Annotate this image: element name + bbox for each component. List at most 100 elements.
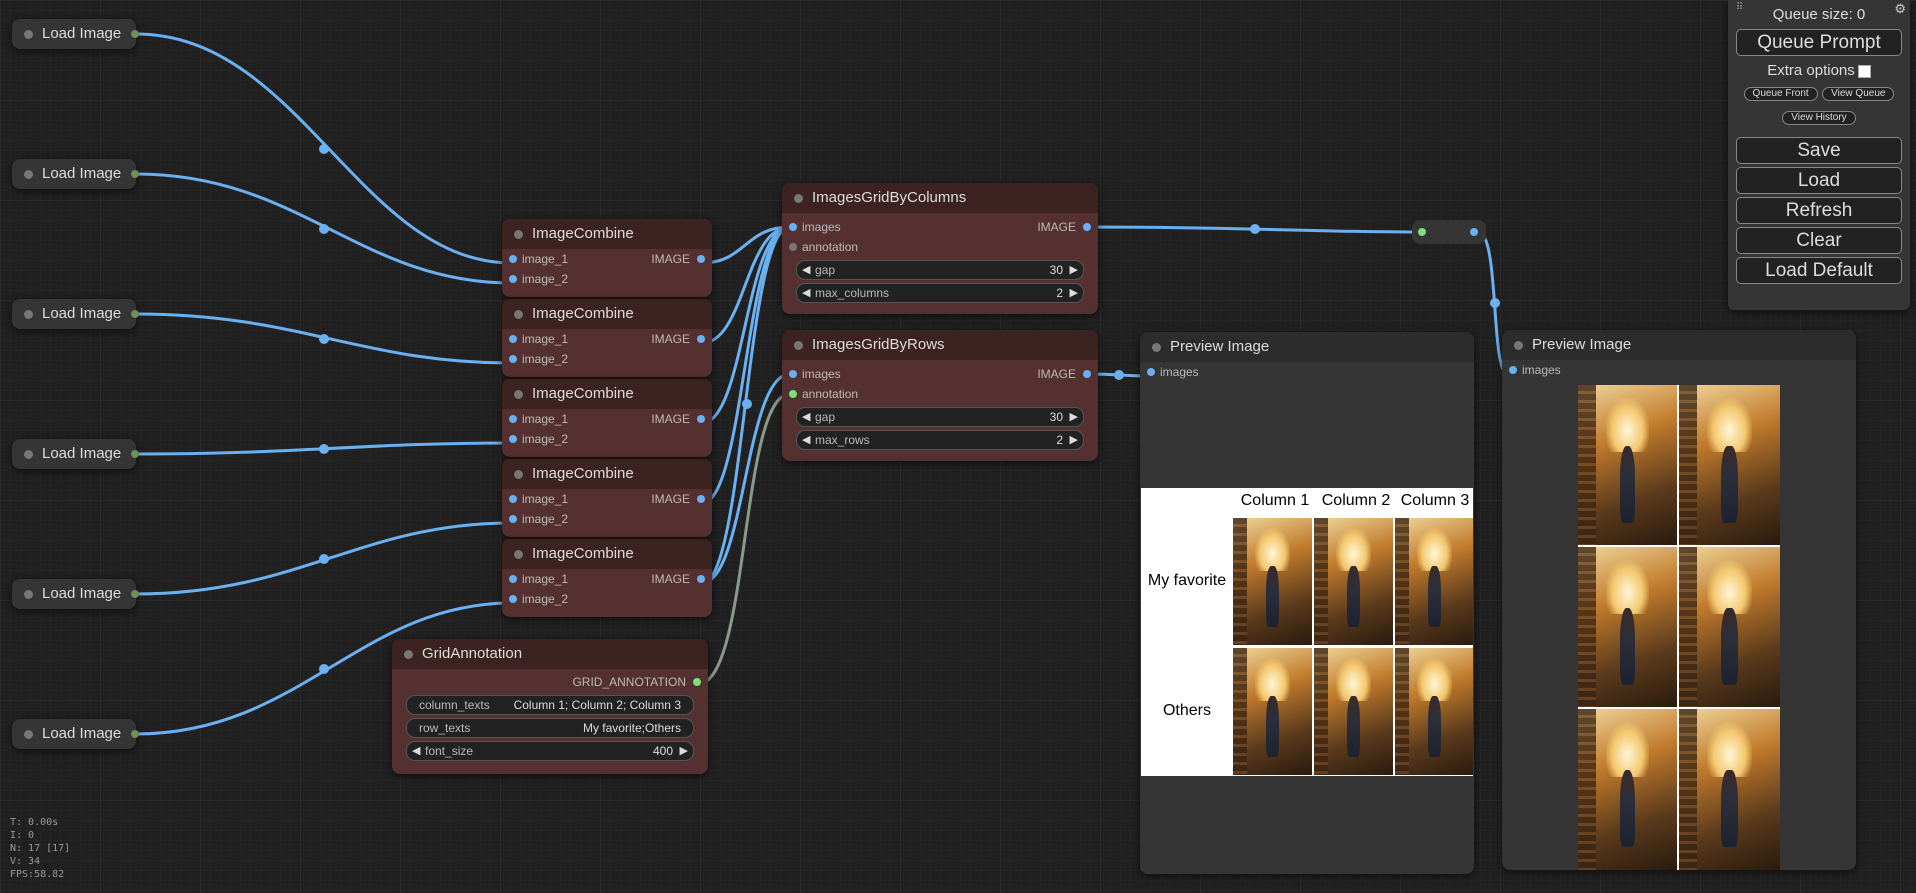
input-slot[interactable] xyxy=(509,435,517,443)
increment-arrow-icon[interactable]: ▶ xyxy=(1070,408,1078,426)
input-slot[interactable] xyxy=(509,595,517,603)
reroute-node[interactable] xyxy=(1412,220,1486,244)
queue-front-button[interactable]: Queue Front xyxy=(1743,87,1818,101)
refresh-button[interactable]: Refresh xyxy=(1736,197,1902,224)
extra-options-checkbox[interactable] xyxy=(1857,64,1871,78)
drag-handle-icon[interactable]: ⠿ xyxy=(1736,2,1743,13)
input-slot[interactable] xyxy=(1509,366,1517,374)
collapse-dot-icon[interactable] xyxy=(514,230,523,239)
output-slot[interactable] xyxy=(697,575,705,583)
clear-button[interactable]: Clear xyxy=(1736,227,1902,254)
column-header: Column 1 xyxy=(1240,492,1310,509)
preview-image-node[interactable]: Preview Image images Column 1 Column 2 C… xyxy=(1140,332,1474,874)
output-slot[interactable] xyxy=(693,678,701,686)
output-slot[interactable] xyxy=(1083,223,1091,231)
output-slot[interactable] xyxy=(131,310,139,318)
output-slot[interactable] xyxy=(131,730,139,738)
output-slot[interactable] xyxy=(131,590,139,598)
load-button[interactable]: Load xyxy=(1736,167,1902,194)
view-queue-button[interactable]: View Queue xyxy=(1822,87,1895,101)
column-header: Column 2 xyxy=(1321,492,1391,509)
input-slot[interactable] xyxy=(789,390,797,398)
collapse-dot-icon[interactable] xyxy=(24,310,33,319)
images-grid-by-rows-node[interactable]: ImagesGridByRows images IMAGE annotation … xyxy=(782,330,1098,461)
image-combine-node[interactable]: ImageCombine image_1 IMAGE image_2 xyxy=(502,219,712,297)
gear-icon[interactable]: ⚙ xyxy=(1894,1,1906,17)
gap-stepper[interactable]: ◀ gap 30 ▶ xyxy=(796,260,1084,280)
decrement-arrow-icon[interactable]: ◀ xyxy=(802,284,810,302)
max-columns-stepper[interactable]: ◀ max_columns 2 ▶ xyxy=(796,283,1084,303)
collapse-dot-icon[interactable] xyxy=(514,310,523,319)
collapse-dot-icon[interactable] xyxy=(514,470,523,479)
row-texts-field[interactable]: row_texts My favorite;Others xyxy=(406,718,694,738)
preview-thumbnail xyxy=(1314,648,1393,775)
column-texts-field[interactable]: column_texts Column 1; Column 2; Column 3 xyxy=(406,695,694,715)
load-image-node[interactable]: Load Image xyxy=(12,439,139,469)
output-slot[interactable] xyxy=(1470,228,1478,236)
output-slot[interactable] xyxy=(131,450,139,458)
load-image-node[interactable]: Load Image xyxy=(12,579,139,609)
decrement-arrow-icon[interactable]: ◀ xyxy=(412,742,420,760)
collapse-dot-icon[interactable] xyxy=(24,590,33,599)
image-combine-node[interactable]: ImageCombine image_1 IMAGE image_2 xyxy=(502,539,712,617)
input-slot[interactable] xyxy=(509,495,517,503)
load-image-node[interactable]: Load Image xyxy=(12,719,139,749)
font-size-stepper[interactable]: ◀ font_size 400 ▶ xyxy=(406,741,694,761)
load-default-button[interactable]: Load Default xyxy=(1736,257,1902,284)
input-slot[interactable] xyxy=(509,255,517,263)
column-header: Column 3 xyxy=(1400,492,1470,509)
load-image-node[interactable]: Load Image xyxy=(12,159,139,189)
input-slot[interactable] xyxy=(1147,368,1155,376)
input-slot[interactable] xyxy=(509,355,517,363)
collapse-dot-icon[interactable] xyxy=(404,650,413,659)
collapse-dot-icon[interactable] xyxy=(1514,341,1523,350)
increment-arrow-icon[interactable]: ▶ xyxy=(1070,284,1078,302)
decrement-arrow-icon[interactable]: ◀ xyxy=(802,408,810,426)
increment-arrow-icon[interactable]: ▶ xyxy=(1070,431,1078,449)
images-grid-by-columns-node[interactable]: ImagesGridByColumns images IMAGE annotati… xyxy=(782,183,1098,314)
increment-arrow-icon[interactable]: ▶ xyxy=(680,742,688,760)
collapse-dot-icon[interactable] xyxy=(24,450,33,459)
output-slot[interactable] xyxy=(697,415,705,423)
max-rows-stepper[interactable]: ◀ max_rows 2 ▶ xyxy=(796,430,1084,450)
load-image-node[interactable]: Load Image xyxy=(12,19,139,49)
output-slot[interactable] xyxy=(697,495,705,503)
input-slot[interactable] xyxy=(789,370,797,378)
image-combine-node[interactable]: ImageCombine image_1 IMAGE image_2 xyxy=(502,459,712,537)
view-history-button[interactable]: View History xyxy=(1782,111,1856,125)
decrement-arrow-icon[interactable]: ◀ xyxy=(802,431,810,449)
save-button[interactable]: Save xyxy=(1736,137,1902,164)
input-slot[interactable] xyxy=(509,515,517,523)
collapse-dot-icon[interactable] xyxy=(1152,343,1161,352)
decrement-arrow-icon[interactable]: ◀ xyxy=(802,261,810,279)
input-slot[interactable] xyxy=(509,335,517,343)
queue-prompt-button[interactable]: Queue Prompt xyxy=(1736,29,1902,56)
input-slot[interactable] xyxy=(509,275,517,283)
output-slot[interactable] xyxy=(131,170,139,178)
input-slot[interactable] xyxy=(509,575,517,583)
input-slot[interactable] xyxy=(1418,228,1426,236)
collapse-dot-icon[interactable] xyxy=(24,170,33,179)
image-combine-node[interactable]: ImageCombine image_1 IMAGE image_2 xyxy=(502,379,712,457)
collapse-dot-icon[interactable] xyxy=(794,194,803,203)
collapse-dot-icon[interactable] xyxy=(514,390,523,399)
collapse-dot-icon[interactable] xyxy=(794,341,803,350)
collapse-dot-icon[interactable] xyxy=(514,550,523,559)
image-combine-node[interactable]: ImageCombine image_1 IMAGE image_2 xyxy=(502,299,712,377)
output-slot[interactable] xyxy=(697,255,705,263)
preview-thumbnail xyxy=(1233,518,1312,645)
collapse-dot-icon[interactable] xyxy=(24,30,33,39)
load-image-node[interactable]: Load Image xyxy=(12,299,139,329)
input-slot[interactable] xyxy=(789,243,797,251)
input-slot[interactable] xyxy=(789,223,797,231)
collapse-dot-icon[interactable] xyxy=(24,730,33,739)
increment-arrow-icon[interactable]: ▶ xyxy=(1070,261,1078,279)
input-slot[interactable] xyxy=(509,415,517,423)
output-slot[interactable] xyxy=(697,335,705,343)
gap-stepper[interactable]: ◀ gap 30 ▶ xyxy=(796,407,1084,427)
preview-thumbnail xyxy=(1233,648,1312,775)
output-slot[interactable] xyxy=(1083,370,1091,378)
preview-image-node[interactable]: Preview Image images xyxy=(1502,330,1856,870)
output-slot[interactable] xyxy=(131,30,139,38)
grid-annotation-node[interactable]: GridAnnotation GRID_ANNOTATION column_te… xyxy=(392,639,708,774)
